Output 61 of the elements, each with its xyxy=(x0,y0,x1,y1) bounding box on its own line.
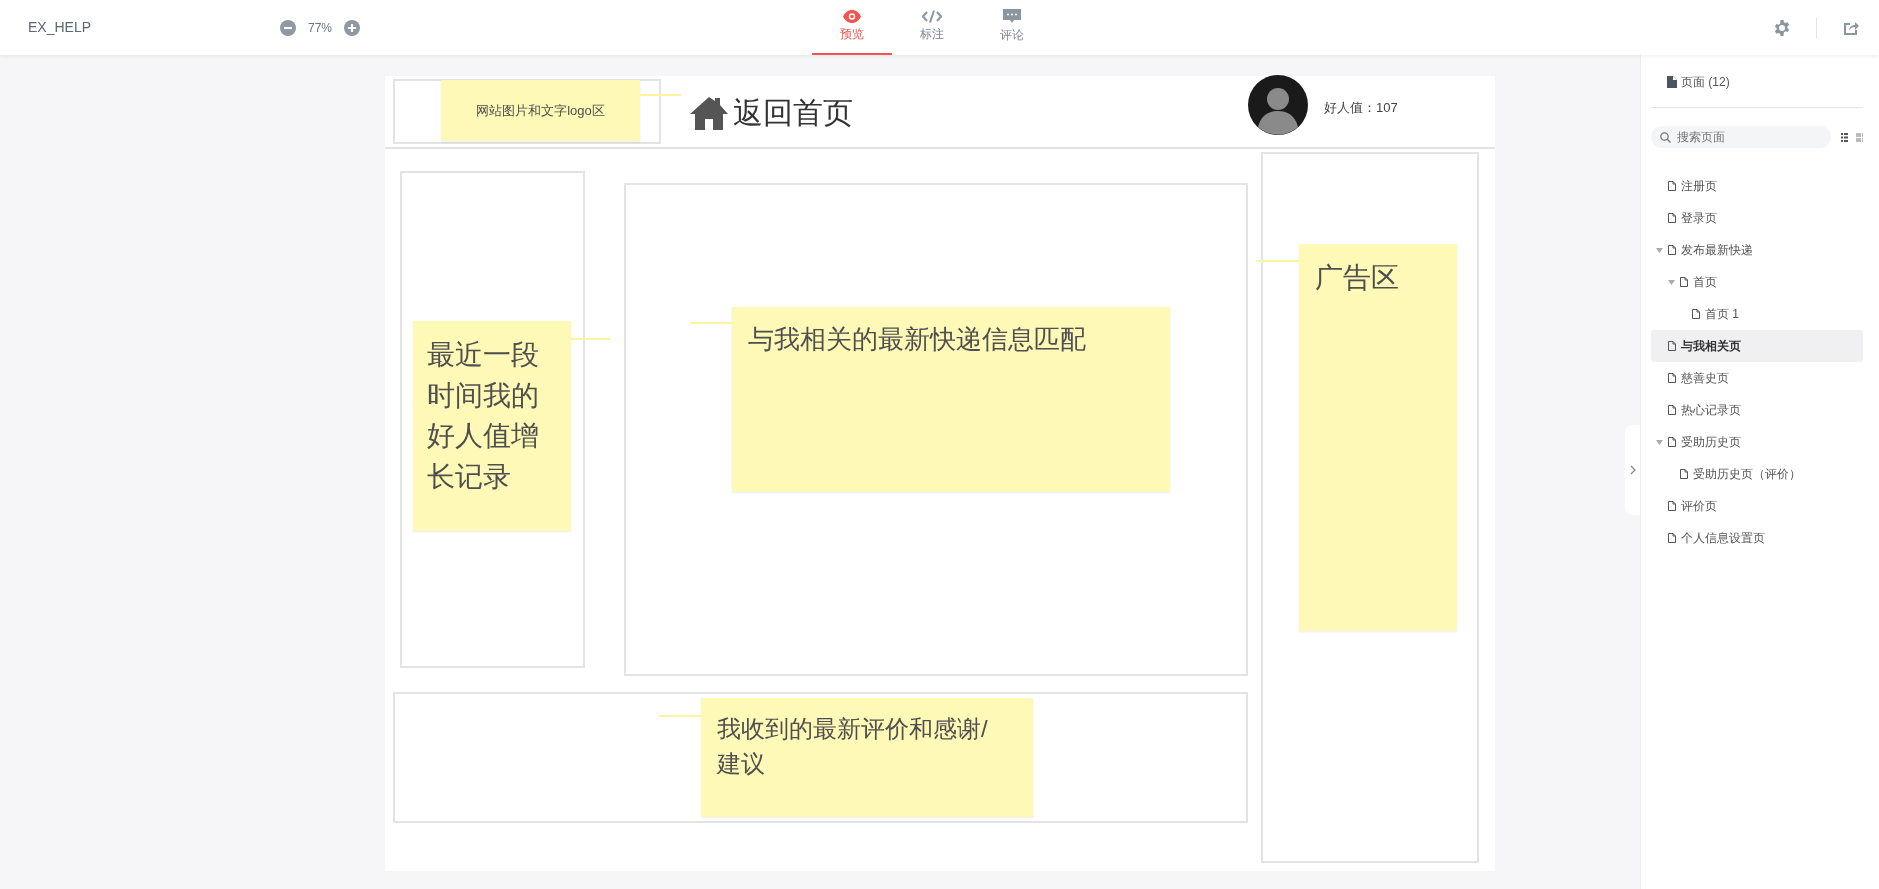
share-icon[interactable] xyxy=(1843,19,1859,36)
caret-icon[interactable] xyxy=(1667,279,1675,285)
page-item[interactable]: 注册页 xyxy=(1651,170,1863,202)
plus-icon xyxy=(348,23,357,32)
page-icon xyxy=(1668,245,1676,255)
page-icon xyxy=(1668,405,1676,415)
page-icon xyxy=(1668,533,1676,543)
page-icon xyxy=(1680,469,1688,479)
leader-line xyxy=(659,715,701,717)
page-item[interactable]: 与我相关页 xyxy=(1651,330,1863,362)
search-field[interactable]: 搜索页面 xyxy=(1651,126,1831,148)
pages-title: 页面 (12) xyxy=(1681,74,1730,91)
score-label: 好人值：107 xyxy=(1324,99,1398,117)
document-icon xyxy=(1667,76,1677,88)
leader-line xyxy=(690,322,732,324)
page-item[interactable]: 首页 xyxy=(1651,266,1863,298)
grid-view-icon[interactable] xyxy=(1856,132,1863,142)
leader-line xyxy=(640,94,681,96)
page-icon xyxy=(1680,277,1688,287)
eye-icon xyxy=(843,10,862,23)
page-icon xyxy=(1668,437,1676,447)
page-icon xyxy=(1668,181,1676,191)
page-icon xyxy=(1692,309,1700,319)
page-icon xyxy=(1668,501,1676,511)
sticky-note: 广告区 xyxy=(1299,244,1457,631)
page-item[interactable]: 个人信息设置页 xyxy=(1651,522,1863,554)
project-name: EX_HELP xyxy=(27,18,93,37)
page-item[interactable]: 受助历史页 xyxy=(1651,426,1863,458)
view-tab[interactable]: 标注 xyxy=(892,0,973,55)
page-icon xyxy=(1668,373,1676,383)
sticky-note: 最近一段时间我的好人值增长记录 xyxy=(413,321,571,531)
comment-icon xyxy=(1003,9,1022,24)
list-view-icon[interactable] xyxy=(1841,132,1848,142)
leader-line xyxy=(571,338,611,340)
avatar xyxy=(1248,75,1308,135)
page-item[interactable]: 评价页 xyxy=(1651,490,1863,522)
sticky-note: 与我相关的最新快递信息匹配 xyxy=(732,307,1170,492)
zoom-out-button[interactable] xyxy=(280,19,296,36)
page-icon xyxy=(1668,341,1676,351)
sticky-note: 网站图片和文字logo区 xyxy=(441,80,640,141)
view-tab[interactable]: 预览 xyxy=(812,0,893,55)
zoom-level: 77% xyxy=(308,19,333,37)
minus-icon xyxy=(284,26,292,29)
page-item[interactable]: 热心记录页 xyxy=(1651,394,1863,426)
caret-icon[interactable] xyxy=(1655,439,1663,445)
page-item[interactable]: 发布最新快递 xyxy=(1651,234,1863,266)
page-item[interactable]: 首页 1 xyxy=(1651,298,1863,330)
page-item[interactable]: 登录页 xyxy=(1651,202,1863,234)
leader-line xyxy=(1256,260,1299,262)
caret-icon[interactable] xyxy=(1655,247,1663,253)
page-item[interactable]: 受助历史页（评价） xyxy=(1651,458,1863,490)
home-icon xyxy=(689,95,729,130)
collapse-handle[interactable] xyxy=(1625,425,1640,515)
page-item[interactable]: 慈善史页 xyxy=(1651,362,1863,394)
zoom-in-button[interactable] xyxy=(344,19,361,36)
home-link[interactable]: 返回首页 xyxy=(689,90,853,135)
page-icon xyxy=(1668,213,1676,223)
view-tab[interactable]: 评论 xyxy=(972,0,1053,55)
settings-icon[interactable] xyxy=(1774,19,1790,36)
sticky-note: 我收到的最新评价和感谢/建议 xyxy=(701,698,1033,817)
code-icon xyxy=(922,10,943,23)
